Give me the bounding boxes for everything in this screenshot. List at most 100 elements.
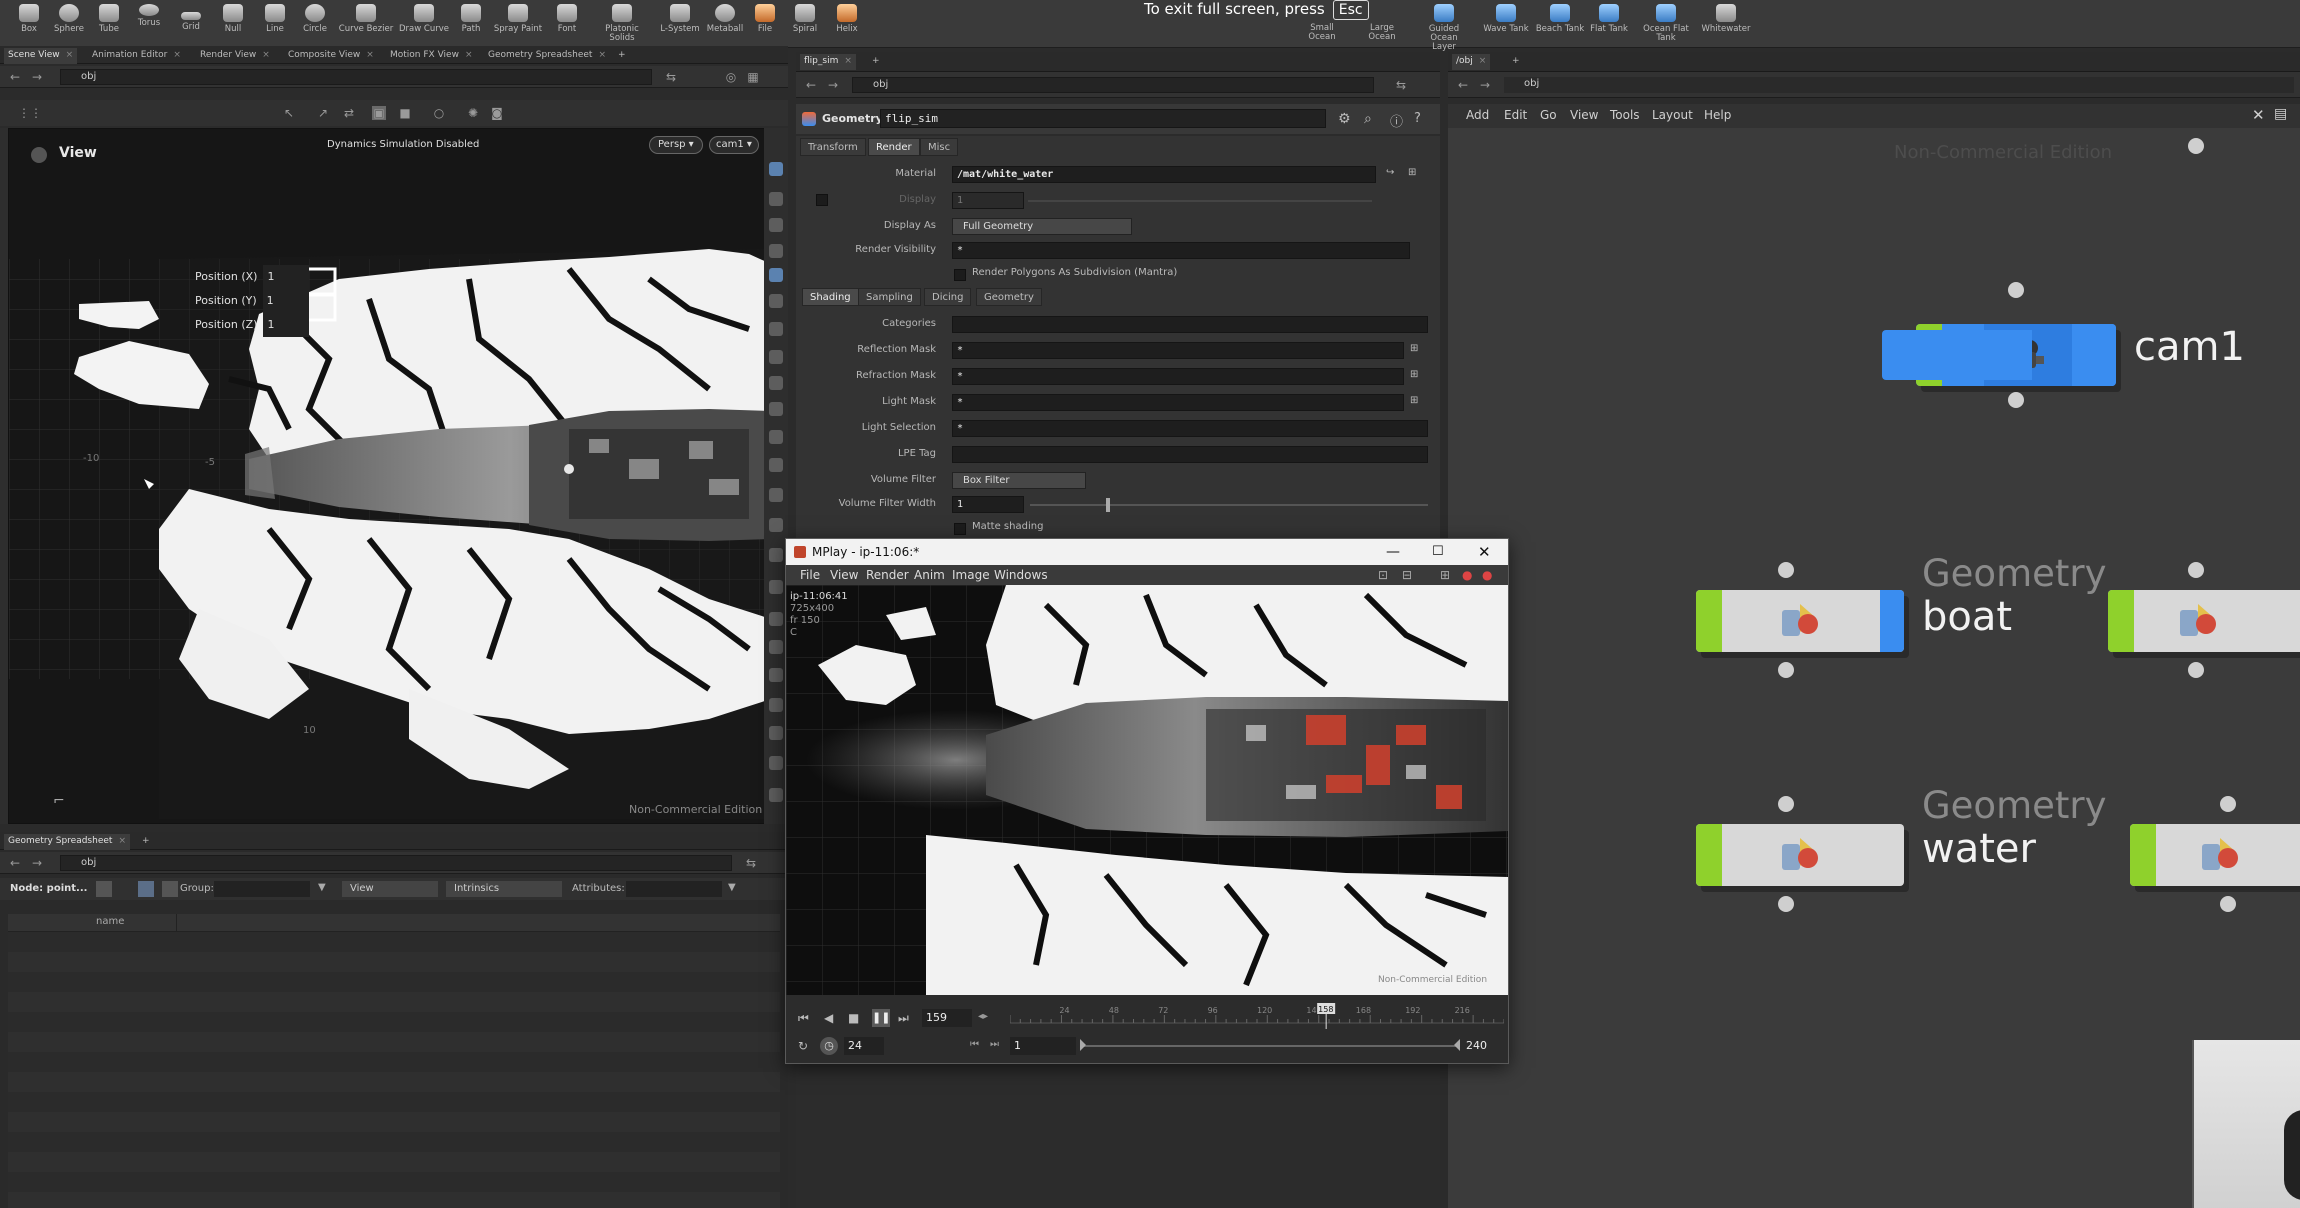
- select-tool-icon[interactable]: ↖: [282, 106, 296, 120]
- snapshot-icon[interactable]: ⊡: [1378, 568, 1388, 582]
- info-icon[interactable]: ⓘ: [1390, 111, 1403, 130]
- tab-render[interactable]: Render: [868, 138, 920, 156]
- shelf-beach-tank-tool[interactable]: Beach Tank: [1534, 4, 1586, 44]
- node-geo-right-top[interactable]: [2108, 590, 2300, 652]
- shelf-torus-tool[interactable]: Torus: [128, 4, 170, 44]
- close-button[interactable]: ✕: [1478, 539, 1491, 565]
- close-icon[interactable]: ×: [118, 836, 126, 846]
- node-flag-display[interactable]: [1696, 824, 1722, 886]
- tools-icon[interactable]: ✕: [2252, 106, 2265, 124]
- render-visibility-field[interactable]: *: [952, 242, 1410, 259]
- prim-mode-icon[interactable]: [162, 881, 178, 897]
- shelf-whitewater-tool[interactable]: Whitewater: [1700, 4, 1752, 44]
- frame-icon[interactable]: [769, 726, 783, 740]
- point-icon[interactable]: [769, 458, 783, 472]
- shelf-lsystem-tool[interactable]: L-System: [656, 4, 704, 44]
- display-option-icon[interactable]: [769, 162, 783, 176]
- shelf-grid-tool[interactable]: Grid: [170, 4, 212, 44]
- last-frame-icon[interactable]: ⏭: [898, 1011, 909, 1026]
- shelf-null-tool[interactable]: Null: [212, 4, 254, 44]
- close-icon[interactable]: ×: [366, 50, 374, 60]
- range-start-icon[interactable]: ⏮: [970, 1039, 979, 1050]
- refraction-mask-field[interactable]: *: [952, 368, 1404, 385]
- node-flag-render[interactable]: [2092, 324, 2116, 386]
- close-icon[interactable]: ×: [173, 50, 181, 60]
- render-polys-checkbox[interactable]: [954, 269, 966, 281]
- range-start-handle[interactable]: [1080, 1039, 1086, 1051]
- shade-icon[interactable]: ○: [432, 106, 446, 120]
- node-boat[interactable]: [1696, 590, 1904, 652]
- node-flag-display[interactable]: [2130, 824, 2156, 886]
- fps-field[interactable]: 24: [844, 1037, 884, 1055]
- shelf-line-tool[interactable]: Line: [254, 4, 296, 44]
- tab-transform[interactable]: Transform: [800, 138, 866, 156]
- shelf-flat-tank-tool[interactable]: Flat Tank: [1588, 4, 1630, 44]
- reset-icon[interactable]: [769, 788, 783, 802]
- node-output-dot[interactable]: [2220, 896, 2236, 912]
- play-reverse-icon[interactable]: ◀: [824, 1011, 833, 1025]
- node-output-dot[interactable]: [2008, 392, 2024, 408]
- prim-icon[interactable]: [769, 488, 783, 502]
- pause-icon[interactable]: ❚❚: [872, 1009, 890, 1027]
- categories-field[interactable]: [952, 316, 1428, 333]
- menu-render[interactable]: Render: [866, 568, 909, 582]
- shelf-tube-tool[interactable]: Tube: [88, 4, 130, 44]
- shelf-guided-ocean-tool[interactable]: Guided Ocean Layer: [1418, 4, 1470, 51]
- tab-geometry-spreadsheet[interactable]: Geometry Spreadsheet ×: [4, 834, 130, 850]
- mplay-titlebar[interactable]: MPlay - ip-11:06:* — ☐ ✕: [786, 539, 1508, 565]
- shade-flat-icon[interactable]: [769, 640, 783, 654]
- shelf-wave-tank-tool[interactable]: Wave Tank: [1482, 4, 1530, 44]
- node-flag-display[interactable]: [2108, 590, 2134, 652]
- group-field[interactable]: [214, 881, 310, 897]
- menu-windows[interactable]: Windows: [994, 568, 1048, 582]
- node-flag-render[interactable]: [1880, 590, 1904, 652]
- tab-flip-sim[interactable]: flip_sim ×: [800, 54, 856, 70]
- layer-icon[interactable]: [769, 402, 783, 416]
- pin-icon[interactable]: ⇆: [1394, 78, 1408, 92]
- back-arrow-icon[interactable]: ←: [1456, 78, 1470, 92]
- grid-menu-icon[interactable]: ⋮⋮: [18, 106, 42, 120]
- network-editor[interactable]: Non-Commercial Edition cam1 Geometry boa…: [1448, 128, 2300, 1208]
- persp-menu[interactable]: Persp ▾: [649, 136, 703, 154]
- back-arrow-icon[interactable]: ←: [8, 856, 22, 870]
- shelf-font-tool[interactable]: Font: [546, 4, 588, 44]
- node-chooser-icon[interactable]: ⊞: [1408, 167, 1416, 178]
- node-output-dot[interactable]: [1778, 896, 1794, 912]
- tab-animation-editor[interactable]: Animation Editor ×: [88, 48, 185, 64]
- mplay-window[interactable]: MPlay - ip-11:06:* — ☐ ✕ File View Rende…: [785, 538, 1509, 1064]
- add-tab-button[interactable]: +: [1508, 54, 1524, 70]
- shelf-metaball-tool[interactable]: Metaball: [702, 4, 748, 44]
- display-field[interactable]: 1: [952, 192, 1024, 209]
- shelf-file-tool[interactable]: File: [744, 4, 786, 44]
- node-chooser-icon[interactable]: ⊞: [1410, 343, 1418, 354]
- intrinsics-dropdown[interactable]: Intrinsics: [446, 881, 562, 897]
- node-output-dot[interactable]: [1778, 662, 1794, 678]
- add-tab-button[interactable]: +: [614, 48, 630, 64]
- shelf-draw-curve-tool[interactable]: Draw Curve: [398, 4, 450, 44]
- camera-icon[interactable]: ◙: [490, 106, 504, 120]
- node-input-dot[interactable]: [2008, 282, 2024, 298]
- record-render-icon[interactable]: ●: [1482, 568, 1492, 582]
- matte-checkbox[interactable]: [954, 523, 966, 535]
- tab-scene-view[interactable]: Scene View ×: [4, 48, 78, 64]
- guide-icon[interactable]: [769, 350, 783, 364]
- forward-arrow-icon[interactable]: →: [1478, 78, 1492, 92]
- path-field[interactable]: obj: [1504, 77, 2294, 93]
- path-field[interactable]: obj: [60, 69, 652, 85]
- position-z-field[interactable]: 1: [263, 313, 310, 337]
- range-end-handle[interactable]: [1454, 1039, 1460, 1051]
- mplay-render-image[interactable]: ip-11:06:41 725x400 fr 150 C Non-Commerc…: [786, 585, 1508, 995]
- hull-icon[interactable]: [769, 548, 783, 562]
- realtime-icon[interactable]: ◷: [820, 1037, 838, 1055]
- ghost-icon[interactable]: [769, 192, 783, 206]
- loop-icon[interactable]: ↻: [798, 1039, 808, 1053]
- range-slider[interactable]: [1080, 1045, 1460, 1047]
- transform-icon[interactable]: ⇄: [342, 106, 356, 120]
- node-input-dot[interactable]: [2220, 796, 2236, 812]
- edge-icon[interactable]: [769, 580, 783, 594]
- tab-motion-fx-view[interactable]: Motion FX View ×: [386, 48, 476, 64]
- position-x-field[interactable]: 1: [263, 265, 310, 289]
- light-selection-field[interactable]: *: [952, 420, 1428, 437]
- node-chooser-icon[interactable]: ⊞: [1410, 395, 1418, 406]
- light-mask-field[interactable]: *: [952, 394, 1404, 411]
